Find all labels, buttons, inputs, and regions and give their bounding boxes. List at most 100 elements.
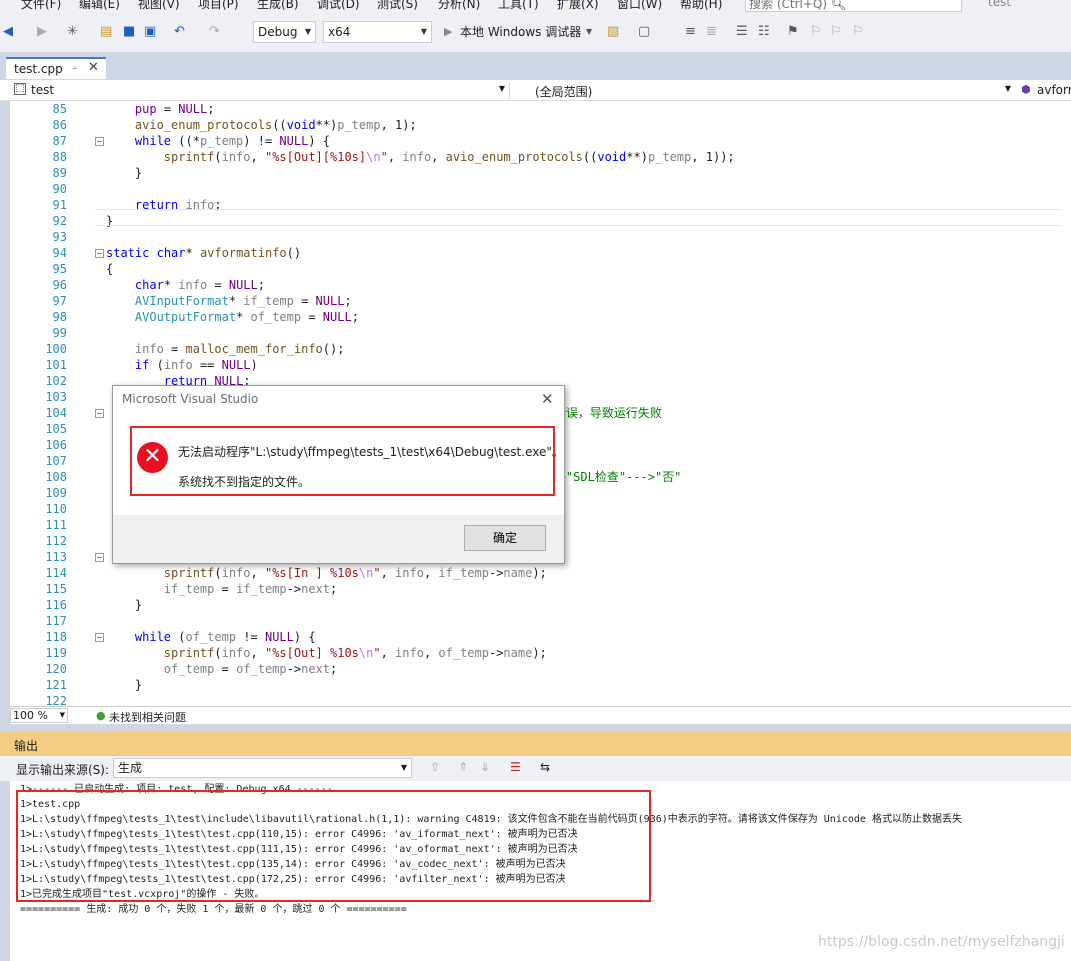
collapse-icon[interactable]: − bbox=[95, 137, 104, 146]
line-number: 88 bbox=[52, 150, 67, 164]
comment-icon[interactable]: ☰ bbox=[736, 24, 748, 40]
find-message-icon[interactable]: ⇧ bbox=[430, 760, 440, 774]
new-project-icon[interactable]: ✳ bbox=[67, 24, 78, 40]
collapse-icon[interactable]: − bbox=[95, 553, 104, 562]
line-number: 96 bbox=[52, 278, 67, 292]
output-source-select[interactable]: 生成 ▼ bbox=[113, 758, 412, 778]
pin-icon[interactable]: ⫠ bbox=[72, 62, 77, 72]
tab-label: test.cpp bbox=[14, 62, 63, 76]
close-icon[interactable]: ✕ bbox=[541, 390, 554, 408]
run-dropdown-icon[interactable]: ▼ bbox=[586, 24, 592, 40]
code-line: avio_enum_protocols((void**)p_temp, 1); bbox=[134, 118, 417, 132]
config-select[interactable]: Debug ▼ bbox=[253, 21, 316, 43]
tab-test-cpp[interactable]: test.cpp ⫠ ✕ bbox=[6, 57, 106, 79]
open-folder-icon[interactable]: ▤ bbox=[100, 24, 112, 40]
line-number: 114 bbox=[45, 566, 67, 580]
member-dropdown[interactable]: ⬢ avforr bbox=[1018, 82, 1071, 99]
line-number: 119 bbox=[45, 646, 67, 660]
dialog-footer: 确定 bbox=[113, 515, 564, 563]
line-number: 94 bbox=[52, 246, 67, 260]
output-source-label: 显示输出来源(S): bbox=[16, 763, 110, 777]
prev-message-icon[interactable]: ⇑ bbox=[458, 760, 468, 774]
menu-project[interactable]: 项目(P) bbox=[198, 0, 239, 12]
code-line: } bbox=[106, 598, 143, 612]
platform-select[interactable]: x64 ▼ bbox=[323, 21, 432, 43]
clear-bookmark-icon[interactable]: ⚐ bbox=[852, 24, 864, 40]
collapse-icon[interactable]: − bbox=[95, 633, 104, 642]
bookmark-icon[interactable]: ⚑ bbox=[787, 24, 799, 40]
line-number: 103 bbox=[45, 390, 67, 404]
attach-icon[interactable]: ▧ bbox=[607, 24, 619, 40]
prev-bookmark-icon[interactable]: ⚐ bbox=[810, 24, 822, 40]
member-icon: ⬢ bbox=[1021, 83, 1031, 96]
format-icon[interactable]: ≡ bbox=[685, 24, 696, 40]
menu-debug[interactable]: 调试(D) bbox=[317, 0, 360, 12]
menu-view[interactable]: 视图(V) bbox=[138, 0, 180, 12]
chevron-down-icon: ▼ bbox=[498, 84, 505, 93]
word-wrap-icon[interactable]: ⇆ bbox=[540, 760, 550, 774]
line-number: 112 bbox=[45, 534, 67, 548]
menu-test[interactable]: 测试(S) bbox=[377, 0, 418, 12]
redo-icon[interactable]: ↷ bbox=[209, 24, 220, 40]
scope-dropdown[interactable]: (全局范围) ▼ bbox=[515, 82, 1015, 99]
error-dialog: Microsoft Visual Studio ✕ ✕ 无法启动程序"L:\st… bbox=[112, 385, 565, 564]
uncomment-icon[interactable]: ☷ bbox=[758, 24, 770, 40]
line-number: 98 bbox=[52, 310, 67, 324]
project-dropdown[interactable]: ⬚ test ▼ bbox=[14, 82, 510, 99]
error-highlight-box bbox=[16, 790, 651, 902]
line-number: 104 bbox=[45, 406, 67, 420]
menu-extensions[interactable]: 扩展(X) bbox=[557, 0, 599, 12]
close-icon[interactable]: ✕ bbox=[88, 60, 99, 75]
menu-file[interactable]: 文件(F) bbox=[21, 0, 61, 12]
menu-analyze[interactable]: 分析(N) bbox=[438, 0, 480, 12]
forward-icon[interactable]: ▶ bbox=[37, 24, 47, 40]
line-number: 92 bbox=[52, 214, 67, 228]
line-number: 89 bbox=[52, 166, 67, 180]
save-all-icon[interactable]: ▣ bbox=[144, 24, 156, 40]
code-line: sprintf(info, "%s[Out][%10s]\n", info, a… bbox=[163, 150, 735, 164]
platform-value: x64 bbox=[328, 25, 351, 39]
menu-window[interactable]: 窗口(W) bbox=[617, 0, 662, 12]
panel-splitter[interactable] bbox=[0, 724, 1071, 732]
indent-icon[interactable]: ≣ bbox=[706, 24, 717, 40]
line-number: 105 bbox=[45, 422, 67, 436]
menu-build[interactable]: 生成(B) bbox=[257, 0, 299, 12]
tab-strip bbox=[0, 52, 1071, 79]
code-line: pup = NULL; bbox=[134, 102, 215, 116]
code-line: AVOutputFormat* of_temp = NULL; bbox=[134, 310, 359, 324]
line-number: 102 bbox=[45, 374, 67, 388]
menu-help[interactable]: 帮助(H) bbox=[680, 0, 722, 12]
next-message-icon[interactable]: ⇓ bbox=[480, 760, 490, 774]
play-icon[interactable]: ▶ bbox=[444, 24, 452, 40]
project-icon: ⬚ bbox=[14, 83, 26, 95]
chevron-down-icon: ▼ bbox=[59, 711, 65, 719]
window-icon[interactable]: ▢ bbox=[638, 24, 650, 40]
undo-icon[interactable]: ↶ bbox=[174, 24, 185, 40]
back-icon[interactable]: ◀ bbox=[3, 24, 13, 40]
line-number: 121 bbox=[45, 678, 67, 692]
collapse-icon[interactable]: − bbox=[95, 249, 104, 258]
line-number: 115 bbox=[45, 582, 67, 596]
clear-all-icon[interactable]: ☰ bbox=[510, 760, 521, 774]
collapse-icon[interactable]: − bbox=[95, 409, 104, 418]
next-bookmark-icon[interactable]: ⚐ bbox=[830, 24, 842, 40]
zoom-select[interactable]: 100 % ▼ bbox=[10, 708, 68, 723]
code-line: } bbox=[106, 678, 143, 692]
run-debugger-button[interactable]: 本地 Windows 调试器 bbox=[460, 24, 581, 40]
line-number: 86 bbox=[52, 118, 67, 132]
ok-button[interactable]: 确定 bbox=[464, 525, 546, 551]
code-line: if (info == NULL) bbox=[134, 358, 258, 372]
check-icon: ● bbox=[96, 709, 106, 722]
code-line: if_temp = if_temp->next; bbox=[163, 582, 338, 596]
line-number: 87 bbox=[52, 134, 67, 148]
search-input[interactable]: 搜索 (Ctrl+Q) 🔍︎ bbox=[745, 0, 962, 12]
chevron-down-icon: ▼ bbox=[420, 27, 427, 36]
menu-tools[interactable]: 工具(T) bbox=[498, 0, 539, 12]
save-icon[interactable]: ■ bbox=[123, 24, 135, 40]
menu-edit[interactable]: 编辑(E) bbox=[79, 0, 120, 12]
line-number: 113 bbox=[45, 550, 67, 564]
line-number: 101 bbox=[45, 358, 67, 372]
member-label: avforr bbox=[1037, 83, 1071, 97]
code-line: while ((*p_temp) != NULL) { bbox=[134, 134, 331, 148]
issues-status: 未找到相关问题 bbox=[109, 711, 186, 724]
